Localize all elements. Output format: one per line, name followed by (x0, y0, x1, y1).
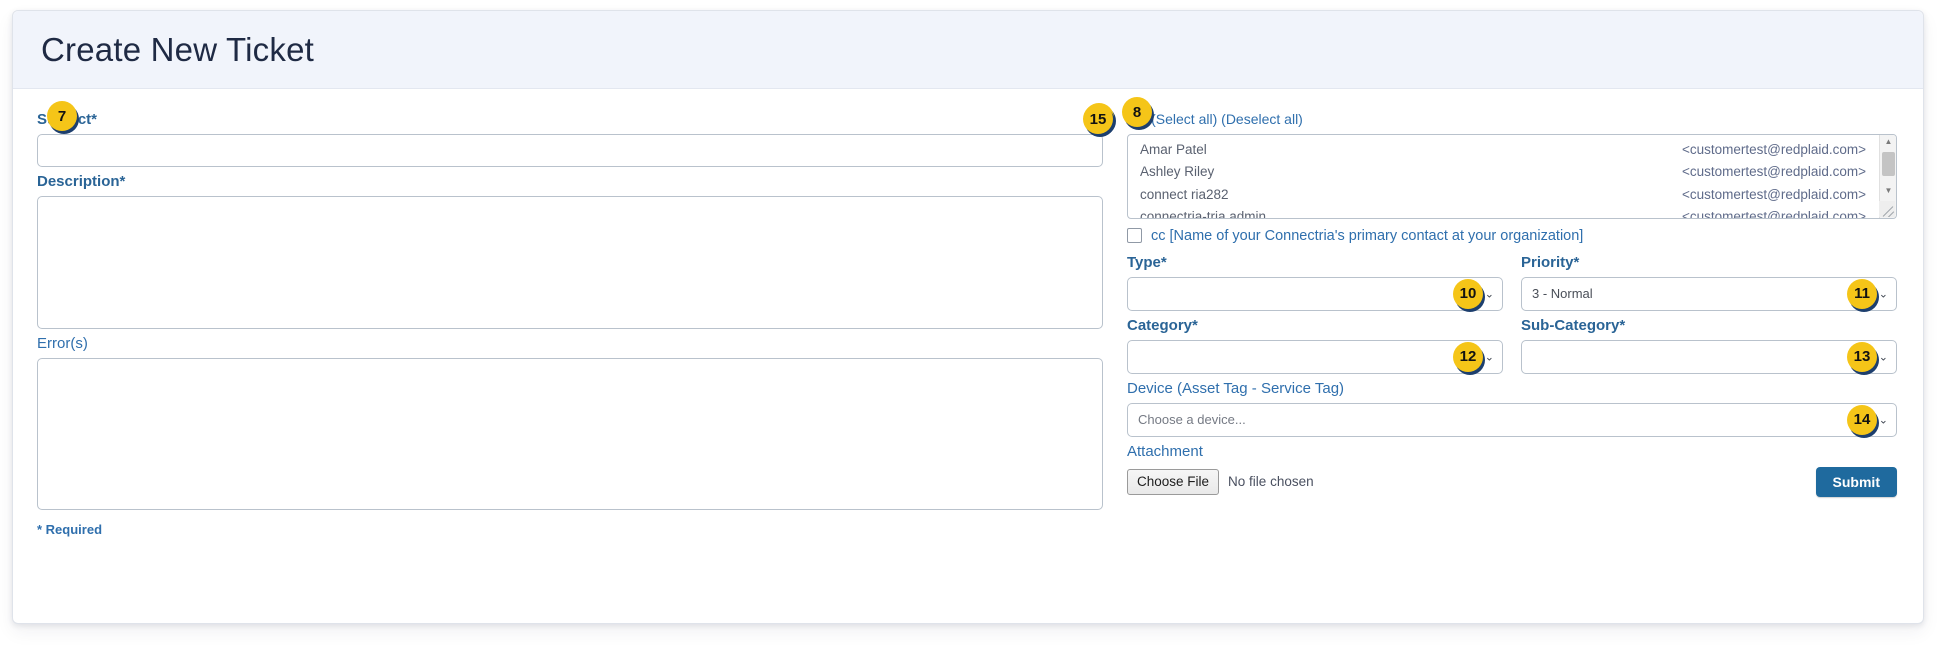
list-item[interactable]: Ashley Riley <customertest@redplaid.com> (1128, 161, 1876, 183)
description-textarea[interactable] (37, 196, 1103, 329)
page-title: Create New Ticket (41, 30, 314, 68)
resize-grip-icon[interactable] (1879, 200, 1895, 217)
cc-contact-email: <customertest@redplaid.com> (1681, 186, 1866, 202)
subcategory-label: Sub-Category* (1521, 316, 1626, 334)
category-subcategory-row: Category* ⌄ 12 Sub-Category* ⌄ 13 (1127, 311, 1897, 374)
cc-primary-contact-checkbox[interactable] (1127, 228, 1142, 244)
create-ticket-card: Create New Ticket 7 Subject* Description… (12, 10, 1924, 624)
badge-8: 8 (1122, 97, 1152, 127)
device-field-group: Device (Asset Tag - Service Tag) Choose … (1127, 380, 1897, 437)
cc-select-all-link[interactable]: (Select all) (1151, 111, 1217, 127)
subject-label: Subject* (37, 111, 1103, 129)
submit-button[interactable]: Submit (1815, 466, 1897, 497)
subcategory-select[interactable] (1521, 339, 1897, 374)
cc-listbox[interactable]: Amar Patel <customertest@redplaid.com> A… (1127, 133, 1897, 219)
category-field-group: Category* ⌄ 12 (1127, 311, 1503, 374)
errors-label: Error(s) (37, 335, 88, 352)
priority-select-wrap[interactable]: 3 - Normal ⌄ 11 (1521, 276, 1897, 311)
type-priority-row: Type* ⌄ 10 Priority* 3 - Normal ⌄ 11 (1127, 248, 1897, 311)
badge-7: 7 (47, 101, 77, 131)
cc-primary-contact-row[interactable]: 9 cc [Name of your Connectria's primary … (1084, 103, 1897, 244)
card-body: 7 Subject* Description* Error(s) * Requi… (13, 89, 1923, 623)
card-header: Create New Ticket (13, 11, 1923, 89)
cc-label-row: CC (Select all) (Deselect all) (1127, 111, 1897, 128)
badge-14: 14 (1847, 404, 1877, 435)
description-label: Description* (37, 173, 126, 190)
subcategory-field-group: Sub-Category* ⌄ 13 (1521, 311, 1897, 374)
file-input-group[interactable]: 15 Choose File No file chosen (1083, 104, 1314, 495)
category-select[interactable] (1127, 339, 1503, 374)
attachment-label: Attachment (1127, 442, 1203, 460)
cc-contact-email: <customertest@redplaid.com> (1681, 164, 1866, 180)
cc-contact-email: <customertest@redplaid.com> (1681, 208, 1866, 218)
priority-select[interactable]: 3 - Normal (1521, 276, 1897, 311)
list-item[interactable]: connectria-tria admin <customertest@redp… (1128, 205, 1876, 218)
type-label: Type* (1127, 253, 1167, 271)
category-label: Category* (1127, 316, 1198, 334)
scrollbar-thumb[interactable] (1882, 151, 1895, 176)
badge-11: 11 (1847, 278, 1877, 309)
cc-list-scroll-area[interactable]: Amar Patel <customertest@redplaid.com> A… (1128, 139, 1896, 218)
device-select-wrap[interactable]: Choose a device... ⌄ 14 (1127, 402, 1897, 437)
attachment-row: 15 Choose File No file chosen Submit (1083, 104, 1897, 497)
file-name-text: No file chosen (1228, 474, 1314, 490)
badge-13: 13 (1847, 341, 1877, 372)
cc-contact-name: connectria-tria admin (1140, 208, 1267, 218)
right-column: 8 CC (Select all) (Deselect all) Amar Pa… (1083, 97, 1897, 623)
cc-deselect-all-link[interactable]: (Deselect all) (1221, 111, 1303, 127)
category-select-wrap[interactable]: ⌄ 12 (1127, 339, 1503, 374)
choose-file-button[interactable]: Choose File (1127, 468, 1220, 495)
device-select[interactable]: Choose a device... (1127, 402, 1897, 437)
list-item[interactable]: connect ria282 <customertest@redplaid.co… (1128, 183, 1876, 205)
left-column: 7 Subject* Description* Error(s) * Requi… (37, 101, 1127, 623)
badge-15: 15 (1083, 104, 1113, 134)
type-select-wrap[interactable]: ⌄ 10 (1127, 276, 1503, 311)
page-root: Create New Ticket 7 Subject* Description… (0, 0, 1940, 651)
priority-field-group: Priority* 3 - Normal ⌄ 11 (1521, 248, 1897, 311)
subject-input[interactable] (37, 134, 1103, 167)
subcategory-select-wrap[interactable]: ⌄ 13 (1521, 339, 1897, 374)
cc-primary-contact-label: cc [Name of your Connectria's primary co… (1151, 227, 1584, 244)
scroll-down-arrow-icon[interactable]: ▼ (1880, 183, 1896, 199)
priority-label: Priority* (1521, 253, 1580, 271)
list-item[interactable]: Amar Patel <customertest@redplaid.com> (1128, 139, 1876, 161)
badge-10: 10 (1453, 278, 1483, 309)
required-note: * Required (37, 522, 103, 537)
errors-textarea[interactable] (37, 358, 1103, 510)
type-select[interactable] (1127, 276, 1503, 311)
cc-contact-email: <customertest@redplaid.com> (1681, 142, 1866, 158)
device-label: Device (Asset Tag - Service Tag) (1127, 379, 1345, 397)
type-field-group: Type* ⌄ 10 (1127, 248, 1503, 311)
badge-12: 12 (1453, 341, 1483, 372)
cc-contact-name: connect ria282 (1140, 186, 1229, 202)
scroll-up-arrow-icon[interactable]: ▲ (1880, 134, 1896, 150)
cc-contact-name: Ashley Riley (1140, 164, 1215, 180)
cc-contact-name: Amar Patel (1140, 142, 1207, 158)
